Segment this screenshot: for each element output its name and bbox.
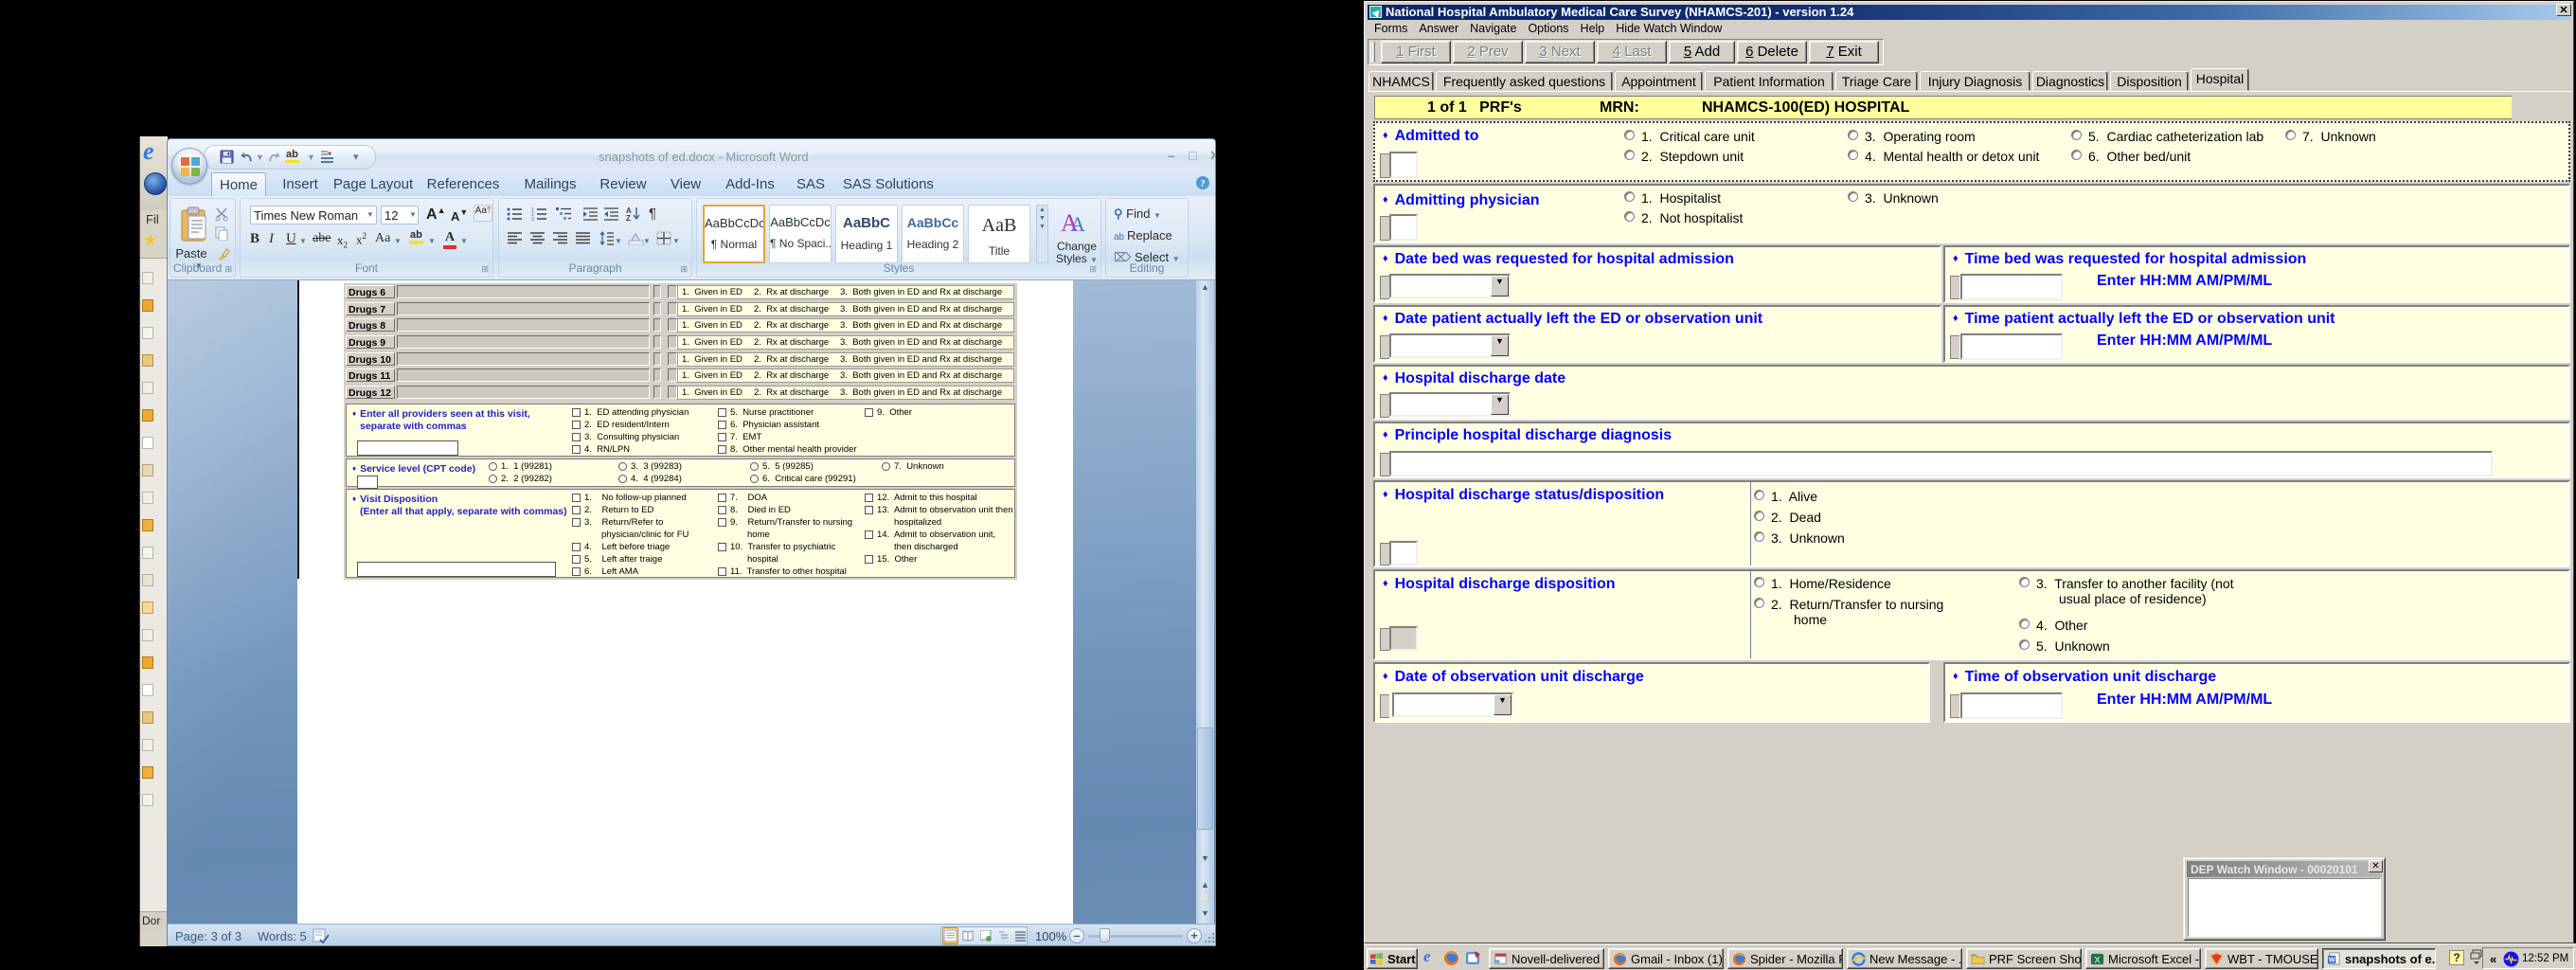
svg-text:?: ? — [1200, 178, 1206, 189]
svg-text:W: W — [2329, 957, 2335, 963]
svg-text:X: X — [2094, 955, 2101, 964]
svg-text:Z: Z — [626, 214, 631, 221]
svg-text:3: 3 — [531, 217, 534, 221]
svg-text:A: A — [1070, 212, 1085, 236]
